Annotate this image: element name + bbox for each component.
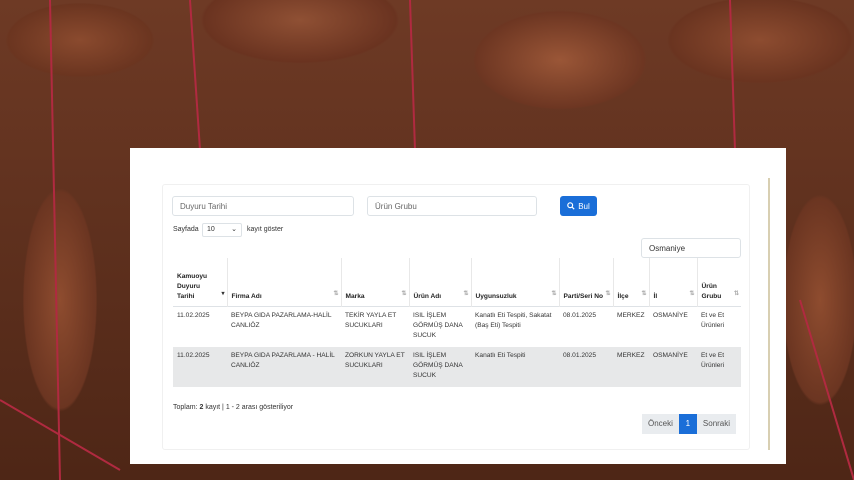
header-cell[interactable]: Ürün Grubu ⇅ bbox=[697, 258, 741, 307]
table-cell: ISIL İŞLEM GÖRMÜŞ DANA SUCUK bbox=[413, 352, 463, 379]
sort-icon: ⇅ bbox=[333, 291, 339, 297]
table-cell: Kanatlı Eti Tespiti, Sakatat (Baş Eti) T… bbox=[475, 312, 552, 329]
header-cell[interactable]: Firma Adı ⇅ bbox=[227, 258, 342, 307]
table-cell: ISIL İŞLEM GÖRMÜŞ DANA SUCUK bbox=[413, 312, 463, 339]
sort-icon: ⇅ bbox=[401, 291, 407, 297]
header-cell[interactable]: Parti/Seri No ⇅ bbox=[559, 258, 614, 307]
product-group-input[interactable]: Ürün Grubu bbox=[367, 196, 537, 216]
table-cell: 11.02.2025 bbox=[177, 352, 210, 359]
page-size-prefix: Sayfada bbox=[173, 226, 199, 233]
sort-icon: ⇅ bbox=[733, 291, 739, 297]
table-cell: 11.02.2025 bbox=[177, 312, 210, 319]
page-1-button[interactable]: 1 bbox=[678, 414, 697, 434]
pagination: Önceki 1 Sonraki bbox=[642, 414, 737, 434]
page-size-suffix: kayıt göster bbox=[247, 226, 284, 233]
header-cell[interactable]: İlçe ⇅ bbox=[613, 258, 650, 307]
search-icon bbox=[567, 202, 575, 210]
table-cell: ZORKUN YAYLA ET SUCUKLARI bbox=[345, 352, 405, 369]
table-cell: MERKEZ bbox=[617, 352, 645, 359]
results-table: Kamuoyu Duyuru Tarihi ▾ Firma Adı ⇅ Marka ⇅… bbox=[173, 258, 741, 387]
table-cell: BEYPA GIDA PAZARLAMA-HALİL CANLIÖZ bbox=[231, 312, 332, 329]
chevron-down-icon: ⌄ bbox=[231, 226, 237, 233]
sort-icon: ⇅ bbox=[641, 291, 647, 297]
results-summary: Toplam: 2 kayıt | 1 - 2 arası gösteriliy… bbox=[173, 404, 293, 411]
announcement-date-input[interactable]: Duyuru Tarihi bbox=[172, 196, 354, 216]
page-size-select[interactable]: 10 ⌄ bbox=[202, 223, 242, 237]
table-cell: Et ve Et Ürünleri bbox=[701, 312, 725, 329]
side-divider bbox=[768, 178, 770, 450]
table-cell: OSMANİYE bbox=[653, 352, 688, 359]
sort-icon: ⇅ bbox=[605, 291, 611, 297]
prev-page-button[interactable]: Önceki bbox=[642, 414, 679, 434]
table-cell: TEKİR YAYLA ET SUCUKLARI bbox=[345, 312, 397, 329]
page-size-value: 10 bbox=[207, 226, 215, 233]
header-cell[interactable]: Ürün Adı ⇅ bbox=[409, 258, 472, 307]
sort-desc-icon: ▾ bbox=[221, 291, 225, 297]
header-cell[interactable]: Marka ⇅ bbox=[341, 258, 410, 307]
table-cell: 08.01.2025 bbox=[563, 312, 597, 319]
table-header-row: Kamuoyu Duyuru Tarihi ▾ Firma Adı ⇅ Marka ⇅… bbox=[173, 258, 741, 307]
total-count: 2 bbox=[199, 404, 204, 411]
table-row[interactable]: 11.02.2025 BEYPA GIDA PAZARLAMA-HALİL CA… bbox=[173, 306, 741, 347]
header-cell[interactable]: Uygunsuzluk ⇅ bbox=[471, 258, 560, 307]
table-cell: BEYPA GIDA PAZARLAMA - HALİL CANLIÖZ bbox=[231, 352, 335, 369]
table-cell: Et ve Et Ürünleri bbox=[701, 352, 725, 369]
total-suffix: kayıt | 1 - 2 arası gösteriliyor bbox=[205, 404, 294, 411]
header-cell[interactable]: Kamuoyu Duyuru Tarihi ▾ bbox=[173, 258, 228, 307]
search-button[interactable]: Bul bbox=[560, 196, 597, 216]
table-row[interactable]: 11.02.2025 BEYPA GIDA PAZARLAMA - HALİL … bbox=[173, 347, 741, 387]
header-cell[interactable]: İl ⇅ bbox=[649, 258, 698, 307]
search-button-label: Bul bbox=[578, 201, 590, 211]
next-page-button[interactable]: Sonraki bbox=[696, 414, 737, 434]
province-filter-input[interactable]: Osmaniye bbox=[641, 238, 741, 258]
table-cell: MERKEZ bbox=[617, 312, 645, 319]
table-cell: OSMANİYE bbox=[653, 312, 688, 319]
table-cell: 08.01.2025 bbox=[563, 352, 597, 359]
total-prefix: Toplam: bbox=[173, 404, 198, 411]
sort-icon: ⇅ bbox=[689, 291, 695, 297]
table-cell: Kanatlı Eti Tespiti bbox=[475, 352, 526, 359]
results-card: Duyuru Tarihi Ürün Grubu Bul Sayfada 10 … bbox=[130, 148, 786, 464]
sort-icon: ⇅ bbox=[551, 291, 557, 297]
sort-icon: ⇅ bbox=[463, 291, 469, 297]
